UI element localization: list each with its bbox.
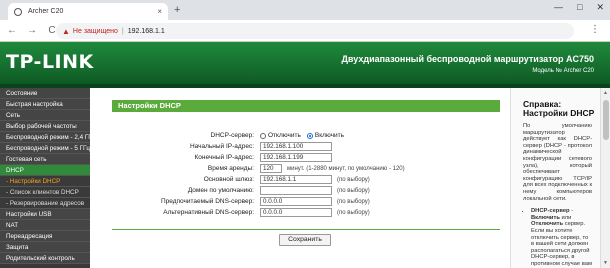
end-ip-row: Конечный IP-адрес: bbox=[112, 152, 500, 163]
end-ip-input[interactable] bbox=[260, 153, 332, 162]
sidebar-item-quick-setup[interactable]: Быстрая настройка bbox=[0, 99, 90, 110]
gateway-input[interactable] bbox=[260, 175, 332, 184]
sidebar-item-security[interactable]: Защита bbox=[0, 242, 90, 253]
help-panel: Справка: Настройки DHCP По умолчанию мар… bbox=[510, 88, 600, 268]
help-term: DHCP-сервер bbox=[531, 208, 570, 215]
router-model: Модель № Archer C20 bbox=[532, 68, 594, 74]
help-rest: сервер. Если вы хотите отключить сервер,… bbox=[531, 221, 592, 267]
help-scrollbar[interactable]: ▲ ▼ bbox=[600, 88, 610, 268]
tp-link-logo: TP-LINK bbox=[6, 51, 94, 73]
maximize-icon[interactable]: □ bbox=[577, 2, 582, 13]
dns1-label: Предпочитаемый DNS-сервер: bbox=[160, 198, 254, 205]
dhcp-enable-radio[interactable]: Включить bbox=[306, 132, 345, 139]
sidebar-item-wireless-24[interactable]: Беспроводной режим - 2,4 ГГц bbox=[0, 132, 90, 143]
sidebar-item-wireless-5[interactable]: Беспроводной режим - 5 ГГц bbox=[0, 143, 90, 154]
new-tab-button[interactable]: + bbox=[174, 4, 180, 16]
dns2-hint: (по выбору) bbox=[337, 209, 370, 216]
scroll-thumb[interactable] bbox=[603, 100, 609, 140]
dhcp-disable-radio[interactable]: Отключить bbox=[260, 132, 301, 139]
radio-off-icon[interactable] bbox=[260, 132, 266, 139]
sidebar-item-network[interactable]: Сеть bbox=[0, 110, 90, 121]
sidebar-item-band[interactable]: Выбор рабочей частоты bbox=[0, 121, 90, 132]
enable-label: Включить bbox=[314, 132, 345, 139]
warning-icon: ▲ bbox=[62, 26, 70, 36]
help-title: Справка: Настройки DHCP bbox=[523, 99, 595, 118]
sidebar-item-parental[interactable]: Родительский контроль bbox=[0, 253, 90, 264]
address-bar[interactable]: ▲ Не защищено | 192.168.1.1 bbox=[56, 23, 574, 39]
help-dash: - bbox=[569, 208, 574, 215]
sidebar-item-forwarding[interactable]: Переадресация bbox=[0, 231, 90, 242]
sidebar-item-reservation[interactable]: - Резервирование адресов bbox=[0, 198, 90, 209]
browser-toolbar: ← → C ▲ Не защищено | 192.168.1.1 ⋮ bbox=[0, 20, 610, 42]
dns1-row: Предпочитаемый DNS-сервер: (по выбору) bbox=[112, 196, 500, 207]
not-secure-label[interactable]: Не защищено bbox=[73, 28, 118, 35]
sidebar-item-dhcp-clients[interactable]: - Список клиентов DHCP bbox=[0, 187, 90, 198]
save-button[interactable]: Сохранить bbox=[279, 234, 331, 246]
dns1-input[interactable] bbox=[260, 197, 332, 206]
back-icon[interactable]: ← bbox=[4, 25, 20, 36]
main-content: Настройки DHCP DHCP-сервер: Отключить Вк… bbox=[90, 88, 510, 268]
close-window-icon[interactable]: ✕ bbox=[596, 2, 604, 13]
dns2-row: Альтернативный DNS-сервер: (по выбору) bbox=[112, 207, 500, 218]
end-ip-label: Конечный IP-адрес: bbox=[194, 154, 254, 161]
lease-row: Время аренды: минут. (1-2880 минут, по у… bbox=[112, 163, 500, 174]
start-ip-input[interactable] bbox=[260, 142, 332, 151]
dhcp-server-row: DHCP-сервер: Отключить Включить bbox=[112, 130, 500, 141]
start-ip-label: Начальный IP-адрес: bbox=[189, 143, 254, 150]
dhcp-server-label: DHCP-сервер: bbox=[210, 132, 254, 139]
browser-tab-bar: Archer C20 × + — □ ✕ bbox=[0, 0, 610, 20]
browser-menu-icon[interactable]: ⋮ bbox=[590, 24, 600, 35]
dns2-input[interactable] bbox=[260, 208, 332, 217]
minimize-icon[interactable]: — bbox=[554, 2, 563, 13]
dns2-label: Альтернативный DNS-сервер: bbox=[163, 209, 254, 216]
form-divider bbox=[112, 229, 500, 230]
sidebar-item-guest[interactable]: Гостевая сеть bbox=[0, 154, 90, 165]
domain-row: Домен по умолчанию: (по выбору) bbox=[112, 185, 500, 196]
start-ip-row: Начальный IP-адрес: bbox=[112, 141, 500, 152]
router-title: Двухдиапазонный беспроводной маршрутизат… bbox=[341, 54, 594, 64]
help-paragraph: По умолчанию маршрутизатор действует как… bbox=[523, 123, 592, 202]
scroll-down-icon[interactable]: ▼ bbox=[603, 260, 608, 266]
dns1-hint: (по выбору) bbox=[337, 198, 370, 205]
globe-icon bbox=[14, 7, 22, 16]
help-enable: Включить bbox=[531, 214, 560, 221]
sidebar-item-status[interactable]: Состояние bbox=[0, 88, 90, 99]
tab-title: Archer C20 bbox=[28, 8, 64, 15]
browser-tab[interactable]: Archer C20 × bbox=[8, 3, 168, 20]
scroll-up-icon[interactable]: ▲ bbox=[603, 90, 608, 96]
sidebar-item-nat[interactable]: NAT bbox=[0, 220, 90, 231]
gateway-label: Основной шлюз: bbox=[203, 176, 254, 183]
sidebar-item-usb[interactable]: Настройки USB bbox=[0, 209, 90, 220]
url-text[interactable]: 192.168.1.1 bbox=[128, 28, 165, 35]
router-header: TP-LINK Двухдиапазонный беспроводной мар… bbox=[0, 42, 610, 84]
dhcp-form: DHCP-сервер: Отключить Включить Начальны… bbox=[112, 130, 500, 218]
url-separator: | bbox=[121, 27, 124, 35]
section-title: Настройки DHCP bbox=[112, 100, 500, 112]
gateway-row: Основной шлюз: (по выбору) bbox=[112, 174, 500, 185]
lease-input[interactable] bbox=[260, 164, 282, 173]
sidebar-menu: Состояние Быстрая настройка Сеть Выбор р… bbox=[0, 88, 90, 268]
domain-hint: (по выбору) bbox=[337, 187, 370, 194]
help-list-item: DHCP-сервер - Включить или Отключить сер… bbox=[531, 208, 592, 267]
lease-hint: минут. (1-2880 минут, по умолчанию - 120… bbox=[287, 165, 405, 172]
forward-icon[interactable]: → bbox=[24, 25, 40, 36]
window-controls: — □ ✕ bbox=[554, 2, 604, 13]
help-list: DHCP-сервер - Включить или Отключить сер… bbox=[531, 208, 592, 267]
radio-on-icon[interactable] bbox=[306, 132, 313, 139]
close-tab-icon[interactable]: × bbox=[157, 7, 162, 16]
gateway-hint: (по выбору) bbox=[337, 176, 370, 183]
disable-label: Отключить bbox=[268, 132, 301, 139]
sidebar-item-dhcp-settings[interactable]: - Настройки DHCP bbox=[0, 176, 90, 187]
lease-label: Время аренды: bbox=[207, 165, 254, 172]
help-or: или bbox=[559, 214, 572, 221]
help-disable: Отключить bbox=[531, 221, 564, 228]
sidebar-item-dhcp[interactable]: DHCP bbox=[0, 165, 90, 176]
domain-label: Домен по умолчанию: bbox=[187, 187, 254, 194]
domain-input[interactable] bbox=[260, 186, 332, 195]
